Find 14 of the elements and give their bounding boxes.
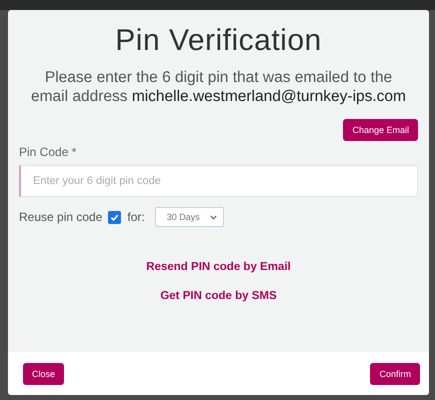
reuse-label: Reuse pin code — [19, 210, 102, 224]
link[interactable]: Resend PIN code by Email — [146, 261, 291, 273]
pin-code-field[interactable]: Enter your 6 digit pin code — [19, 165, 418, 197]
change-email-button[interactable]: Change Email — [343, 119, 418, 141]
link[interactable]: Get PIN code by SMS — [160, 290, 277, 302]
dialog-title: Pin Verification — [114, 24, 323, 58]
close-button[interactable]: Close — [23, 362, 64, 384]
checkbox[interactable] — [108, 210, 122, 224]
field-label: Pin Code * — [19, 145, 78, 159]
chevron-icon — [210, 214, 217, 220]
duration-dropdown[interactable]: 30 Days — [154, 207, 224, 227]
instruction-text: Please enter the 6 digit pin that was emailed to the email address michelle.westmerland@turnkey-ips.com — [30, 68, 407, 106]
confirm-button[interactable]: Confirm — [370, 362, 420, 384]
for-label: for: — [127, 210, 145, 224]
